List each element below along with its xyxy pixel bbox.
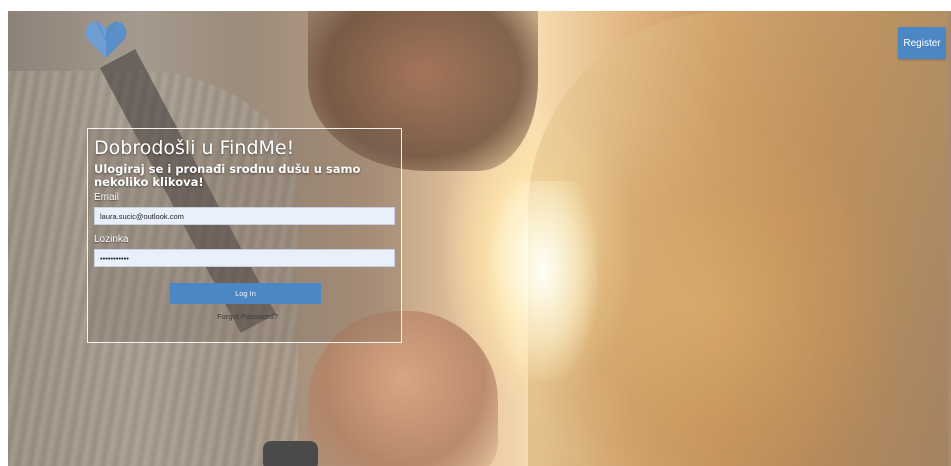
login-button[interactable]: Log In bbox=[170, 283, 321, 304]
login-card: Dobrodošli u FindMe! Ulogiraj se i prona… bbox=[87, 128, 402, 343]
forgot-password-link[interactable]: Forgot Password? bbox=[94, 312, 395, 321]
password-field[interactable] bbox=[94, 249, 395, 267]
login-subtitle: Ulogiraj se i pronađi srodnu dušu u samo… bbox=[94, 162, 361, 189]
password-label: Lozinka bbox=[94, 234, 129, 245]
login-title: Dobrodošli u FindMe! bbox=[94, 137, 295, 159]
heart-logo-icon[interactable] bbox=[84, 18, 128, 62]
email-label: Email bbox=[94, 192, 120, 203]
background-sun-flare bbox=[488, 181, 598, 381]
email-field[interactable] bbox=[94, 207, 395, 225]
register-button[interactable]: Register bbox=[898, 27, 946, 59]
background-watch bbox=[263, 441, 318, 466]
